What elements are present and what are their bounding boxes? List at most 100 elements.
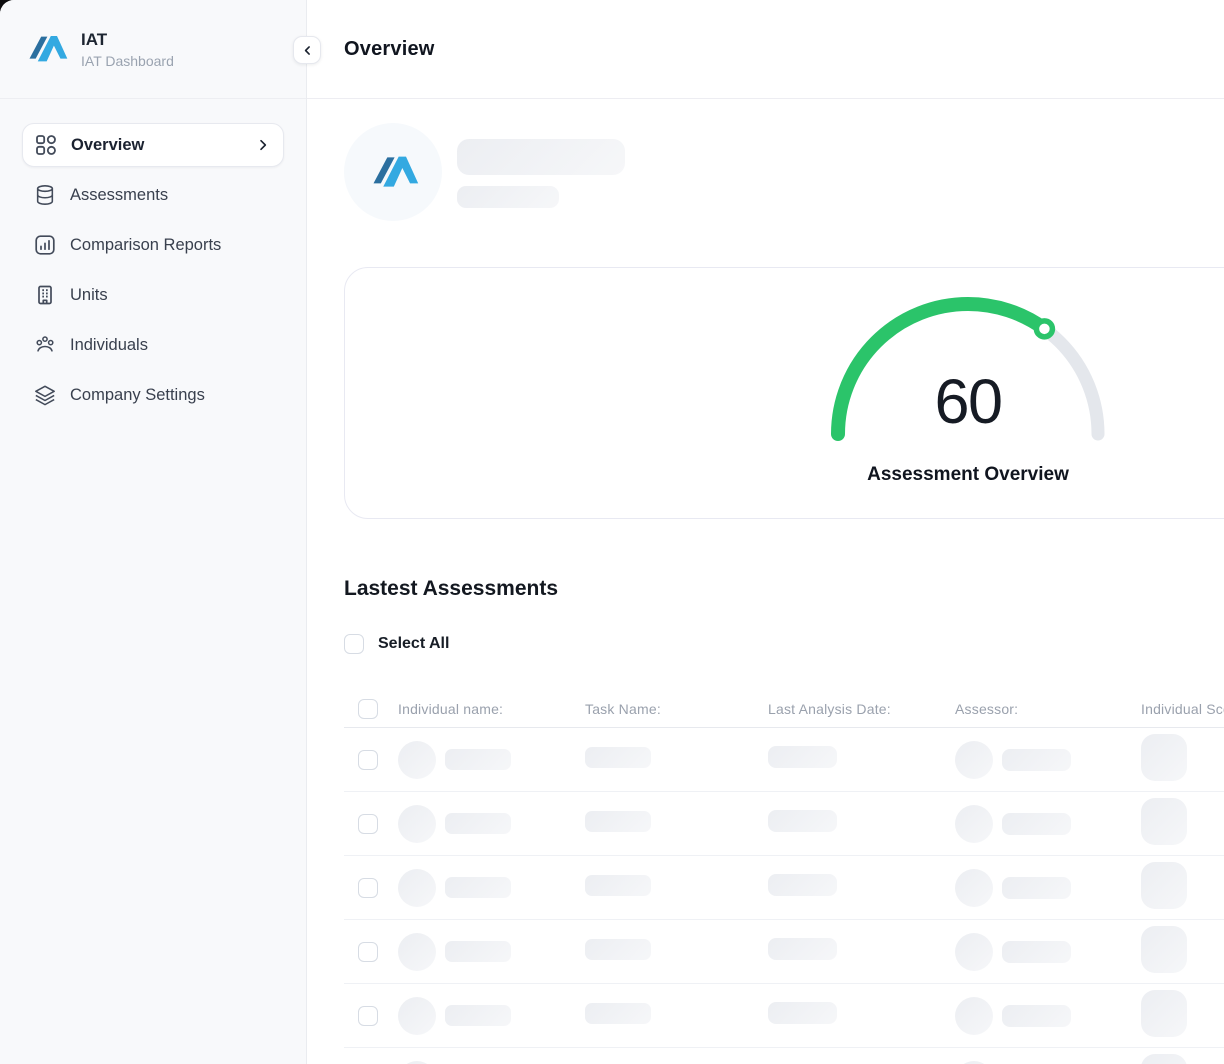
skeleton-bar: [445, 813, 511, 834]
column-task-name: Task Name:: [585, 701, 768, 717]
skeleton-score-box: [1141, 926, 1187, 973]
skeleton-score-box: [1141, 798, 1187, 845]
table-header: Individual name: Task Name: Last Analysi…: [344, 690, 1224, 728]
cell-individual-score: [1141, 1054, 1224, 1064]
cell-individual-name: [398, 997, 585, 1035]
skeleton-score-box: [1141, 734, 1187, 781]
main-area: Overview: [307, 0, 1224, 1064]
sidebar: IAT IAT Dashboard Overview: [0, 0, 307, 1064]
table-row[interactable]: [344, 792, 1224, 856]
cell-assessor: [955, 933, 1141, 971]
row-checkbox[interactable]: [358, 1006, 378, 1026]
table-row[interactable]: [344, 728, 1224, 792]
skeleton-bar: [585, 811, 651, 832]
sidebar-item-overview[interactable]: Overview: [22, 123, 284, 167]
iat-logo-icon: [24, 32, 68, 66]
cell-last-analysis-date: [768, 938, 955, 965]
skeleton-avatar: [955, 741, 993, 779]
select-all-checkbox[interactable]: [344, 634, 364, 654]
row-checkbox[interactable]: [358, 942, 378, 962]
column-last-analysis-date: Last Analysis Date:: [768, 701, 955, 717]
cell-individual-score: [1141, 734, 1224, 786]
skeleton-avatar: [955, 997, 993, 1035]
cell-individual-name: [398, 1061, 585, 1064]
cell-task-name: [585, 1003, 768, 1029]
skeleton-bar: [768, 938, 837, 960]
skeleton-bar: [1002, 941, 1071, 963]
skeleton-avatar: [955, 869, 993, 907]
topbar: Overview: [307, 0, 1224, 99]
profile-skeleton: [344, 123, 1224, 221]
cell-last-analysis-date: [768, 810, 955, 837]
cell-individual-name: [398, 869, 585, 907]
skeleton-bar: [457, 139, 625, 175]
skeleton-bar: [445, 1005, 511, 1026]
chevron-right-icon: [255, 137, 271, 153]
skeleton-bar: [1002, 749, 1071, 771]
table-row[interactable]: [344, 984, 1224, 1048]
cell-last-analysis-date: [768, 746, 955, 773]
select-all[interactable]: Select All: [344, 634, 1224, 654]
skeleton-bar: [585, 939, 651, 960]
cell-last-analysis-date: [768, 874, 955, 901]
cell-last-analysis-date: [768, 1002, 955, 1029]
skeleton-bar: [768, 810, 837, 832]
column-individual-score: Individual Score:: [1141, 701, 1224, 717]
skeleton-avatar: [398, 869, 436, 907]
gauge-title: Assessment Overview: [345, 464, 1224, 486]
table-row[interactable]: [344, 1048, 1224, 1064]
sidebar-item-assessments[interactable]: Assessments: [22, 173, 284, 217]
cell-individual-score: [1141, 862, 1224, 914]
header-checkbox[interactable]: [358, 699, 378, 719]
layers-icon: [34, 384, 56, 406]
skeleton-avatar: [398, 997, 436, 1035]
cell-assessor: [955, 1061, 1141, 1064]
skeleton-bar: [445, 877, 511, 898]
cell-assessor: [955, 869, 1141, 907]
table-body: [344, 728, 1224, 1064]
sidebar-item-units[interactable]: Units: [22, 273, 284, 317]
cell-task-name: [585, 811, 768, 837]
cell-assessor: [955, 805, 1141, 843]
sidebar-item-comparison-reports[interactable]: Comparison Reports: [22, 223, 284, 267]
users-icon: [34, 334, 56, 356]
cell-task-name: [585, 939, 768, 965]
skeleton-avatar: [398, 805, 436, 843]
cell-individual-name: [398, 741, 585, 779]
sidebar-item-individuals[interactable]: Individuals: [22, 323, 284, 367]
skeleton-bar: [1002, 813, 1071, 835]
profile-text-skeleton: [457, 123, 625, 221]
sidebar-item-company-settings[interactable]: Company Settings: [22, 373, 284, 417]
cell-individual-name: [398, 933, 585, 971]
skeleton-bar: [585, 875, 651, 896]
latest-assessments-title: Lastest Assessments: [344, 577, 1224, 601]
iat-logo-icon: [367, 152, 419, 192]
row-checkbox[interactable]: [358, 750, 378, 770]
content: 60 Assessment Overview Lastest Assessmen…: [307, 123, 1224, 1064]
skeleton-score-box: [1141, 862, 1187, 909]
sidebar-item-label: Assessments: [70, 186, 168, 205]
skeleton-bar: [445, 749, 511, 770]
sidebar-item-label: Individuals: [70, 336, 148, 355]
gauge-marker-dot: [1036, 321, 1052, 337]
row-checkbox[interactable]: [358, 878, 378, 898]
row-checkbox[interactable]: [358, 814, 378, 834]
building-icon: [34, 284, 56, 306]
gauge-chart: 60: [818, 284, 1118, 442]
bar-chart-icon: [34, 234, 56, 256]
cell-individual-score: [1141, 926, 1224, 978]
skeleton-avatar: [398, 1061, 436, 1064]
sidebar-collapse-button[interactable]: [293, 36, 321, 64]
skeleton-bar: [768, 1002, 837, 1024]
skeleton-bar: [585, 1003, 651, 1024]
cell-individual-name: [398, 805, 585, 843]
column-individual-name: Individual name:: [398, 701, 585, 717]
select-all-label: Select All: [378, 635, 449, 653]
skeleton-avatar: [398, 741, 436, 779]
sidebar-item-label: Units: [70, 286, 108, 305]
table-row[interactable]: [344, 856, 1224, 920]
assessments-table: Individual name: Task Name: Last Analysi…: [344, 690, 1224, 1064]
cell-assessor: [955, 997, 1141, 1035]
table-row[interactable]: [344, 920, 1224, 984]
page-title: Overview: [344, 38, 435, 61]
